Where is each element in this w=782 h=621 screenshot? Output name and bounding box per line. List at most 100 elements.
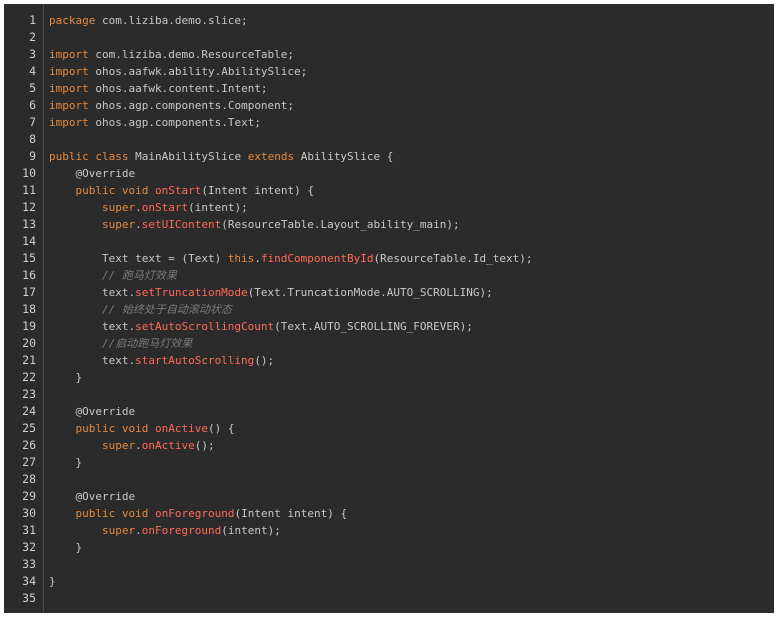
code-line[interactable]: 12 super.onStart(intent); xyxy=(4,199,774,216)
line-text: public void onActive() { xyxy=(49,420,235,437)
code-token: ohos.aafwk.content.Intent; xyxy=(88,82,268,95)
code-line[interactable]: 19 text.setAutoScrollingCount(Text.AUTO_… xyxy=(4,318,774,335)
code-line[interactable]: 27 } xyxy=(4,454,774,471)
code-line[interactable]: 30 public void onForeground(Intent inten… xyxy=(4,505,774,522)
code-line[interactable]: 14 xyxy=(4,233,774,250)
line-number: 31 xyxy=(22,523,36,537)
code-line[interactable]: 11 public void onStart(Intent intent) { xyxy=(4,182,774,199)
line-text: import ohos.aafwk.ability.AbilitySlice; xyxy=(49,63,307,80)
code-line[interactable]: 17 text.setTruncationMode(Text.Truncatio… xyxy=(4,284,774,301)
method-token: onActive xyxy=(141,439,195,452)
line-number: 17 xyxy=(22,285,36,299)
code-token: } xyxy=(49,541,83,554)
code-area[interactable]: 1 package com.liziba.demo.slice; 2 3 import … xyxy=(4,12,774,607)
line-number: 12 xyxy=(22,200,36,214)
code-line[interactable]: 6 import ohos.agp.components.Component; xyxy=(4,97,774,114)
method-token: onStart xyxy=(141,201,189,214)
code-line[interactable]: 20 //启动跑马灯效果 xyxy=(4,335,774,352)
line-number: 4 xyxy=(29,64,36,78)
code-line[interactable]: 33 xyxy=(4,556,774,573)
line-text: } xyxy=(49,539,82,556)
line-text: // 跑马灯效果 xyxy=(49,267,177,284)
code-line[interactable]: 31 super.onForeground(intent); xyxy=(4,522,774,539)
code-line[interactable]: 8 xyxy=(4,131,774,148)
code-line[interactable]: 34} xyxy=(4,573,774,590)
code-line[interactable]: 10 @Override xyxy=(4,165,774,182)
line-text: text.startAutoScrolling(); xyxy=(49,352,274,369)
comment-token: //启动跑马灯效果 xyxy=(101,337,193,350)
code-line[interactable]: 21 text.startAutoScrolling(); xyxy=(4,352,774,369)
keyword-token: public xyxy=(75,422,116,435)
line-text: @Override xyxy=(49,403,136,420)
line-number: 10 xyxy=(22,166,36,180)
keyword-token: import xyxy=(49,48,89,61)
code-line[interactable]: 3 import com.liziba.demo.ResourceTable; xyxy=(4,46,774,63)
line-text: text.setAutoScrollingCount(Text.AUTO_SCR… xyxy=(49,318,473,335)
code-line[interactable]: 2 xyxy=(4,29,774,46)
method-token: findComponentById xyxy=(260,252,374,265)
line-number: 21 xyxy=(22,353,36,367)
line-number: 30 xyxy=(22,506,36,520)
code-line[interactable]: 5 import ohos.aafwk.content.Intent; xyxy=(4,80,774,97)
method-token: onForeground xyxy=(155,507,235,520)
code-token: (intent); xyxy=(221,524,281,537)
line-number: 27 xyxy=(22,455,36,469)
code-token: . xyxy=(135,439,142,452)
code-line[interactable]: 25 public void onActive() { xyxy=(4,420,774,437)
code-line[interactable]: 1 package com.liziba.demo.slice; xyxy=(4,12,774,29)
line-text: } xyxy=(49,454,82,471)
line-number: 20 xyxy=(22,336,36,350)
code-line[interactable]: 24 @Override xyxy=(4,403,774,420)
keyword-token: super xyxy=(101,524,136,537)
line-text: } xyxy=(49,369,82,386)
code-line[interactable]: 9 public class MainAbilitySlice extends A… xyxy=(4,148,774,165)
line-number: 14 xyxy=(22,234,36,248)
line-number: 33 xyxy=(22,557,36,571)
code-line[interactable]: 4 import ohos.aafwk.ability.AbilitySlice; xyxy=(4,63,774,80)
line-number: 24 xyxy=(22,404,36,418)
keyword-token: package xyxy=(49,14,96,27)
code-token: text. xyxy=(49,286,136,299)
code-line[interactable]: 35 xyxy=(4,590,774,607)
line-number: 29 xyxy=(22,489,36,503)
code-line[interactable]: 26 super.onActive(); xyxy=(4,437,774,454)
code-editor[interactable]: 1 package com.liziba.demo.slice; 2 3 import … xyxy=(4,4,774,613)
line-text: } xyxy=(49,573,56,590)
line-number: 15 xyxy=(22,251,36,265)
code-line[interactable]: 16 // 跑马灯效果 xyxy=(4,267,774,284)
line-text: public void onForeground(Intent intent) … xyxy=(49,505,348,522)
code-token: com.liziba.demo.ResourceTable; xyxy=(88,48,295,61)
line-number: 18 xyxy=(22,302,36,316)
line-text: import com.liziba.demo.ResourceTable; xyxy=(49,46,294,63)
method-token: onStart xyxy=(155,184,202,197)
line-number: 8 xyxy=(29,132,36,146)
code-line[interactable]: 29 @Override xyxy=(4,488,774,505)
code-token: Text text = (Text) xyxy=(49,252,228,265)
code-token: com.liziba.demo.slice; xyxy=(95,14,248,27)
code-token: (Text.AUTO_SCROLLING_FOREVER); xyxy=(274,320,473,333)
code-line[interactable]: 18 // 始终处于自动滚动状态 xyxy=(4,301,774,318)
code-line[interactable]: 32 } xyxy=(4,539,774,556)
code-token: text. xyxy=(49,354,136,367)
code-line[interactable]: 22 } xyxy=(4,369,774,386)
code-token: . xyxy=(254,252,261,265)
code-line[interactable]: 23 xyxy=(4,386,774,403)
code-token: (ResourceTable.Layout_ability_main); xyxy=(221,218,460,231)
code-line[interactable]: 28 xyxy=(4,471,774,488)
code-line[interactable]: 7 import ohos.agp.components.Text; xyxy=(4,114,774,131)
code-line[interactable]: 13 super.setUIContent(ResourceTable.Layo… xyxy=(4,216,774,233)
code-line[interactable]: 15 Text text = (Text) this.findComponent… xyxy=(4,250,774,267)
keyword-token: import xyxy=(49,116,89,129)
annotation-token: @Override xyxy=(75,405,136,418)
code-token: . xyxy=(135,524,142,537)
line-number: 22 xyxy=(22,370,36,384)
line-number: 3 xyxy=(29,47,36,61)
line-text: import ohos.agp.components.Component; xyxy=(49,97,294,114)
annotation-token: @Override xyxy=(75,490,136,503)
